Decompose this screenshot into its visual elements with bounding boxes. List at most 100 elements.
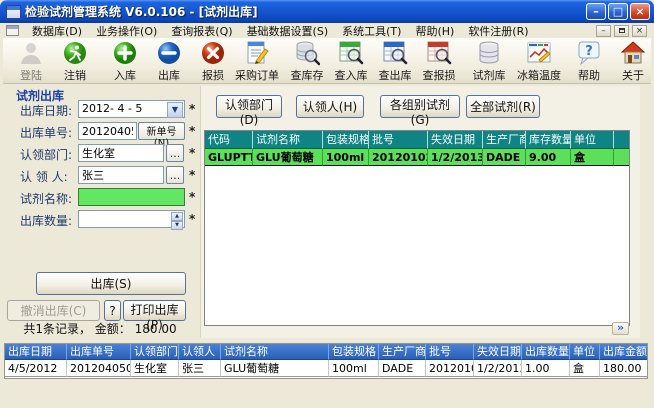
stock-grid: 代码试剂名称包装规格批号失效日期生产厂商库存数量单位GLUPTTGLU葡萄糖10… [204, 130, 630, 326]
out_grid-column-header[interactable]: 出库金额 [600, 344, 648, 360]
toolbar-button-查出库[interactable]: 查出库 [373, 38, 417, 83]
mdi-restore-button[interactable] [614, 25, 629, 37]
filter-button-3[interactable]: 全部试剂(R) [466, 95, 540, 118]
out_grid-header-row: 出库日期出库单号认领部门认领人试剂名称包装规格生产厂商批号失效日期出库数量单位出… [5, 344, 647, 360]
out_grid-cell: 20120102 [426, 360, 474, 377]
stock_grid-row[interactable]: GLUPTTGLU葡萄糖100ml201201021/2/2013DADE9.0… [205, 149, 629, 166]
filter-button-2[interactable]: 各组别试剂(G) [380, 95, 460, 118]
out_grid-cell: 1.00 [522, 360, 570, 377]
toolbar-button-采购订单[interactable]: 采购订单 [235, 38, 279, 83]
menu-bar: 数据库(D)业务操作(O)查询报表(Q)基础数据设置(S)系统工具(T)帮助(H… [3, 23, 651, 38]
dept-input[interactable] [78, 144, 164, 162]
menu-item-1[interactable]: 业务操作(O) [89, 22, 164, 40]
person-browse-button[interactable]: ... [166, 166, 184, 184]
required-mark: * [189, 190, 195, 204]
toolbar-label: 关于 [622, 67, 644, 83]
out_grid-column-header[interactable]: 失效日期 [474, 344, 522, 360]
toolbar-button-查库存[interactable]: 查库存 [285, 38, 329, 83]
search-inbound-icon [338, 40, 365, 66]
menu-item-3[interactable]: 基础数据设置(S) [240, 22, 336, 40]
cross-circle-icon [200, 40, 227, 66]
out_grid-column-header[interactable]: 生产厂商 [379, 344, 426, 360]
toolbar-label: 冰箱温度 [517, 67, 561, 83]
filter-button-1[interactable]: 认领人(H) [296, 95, 364, 118]
toolbar-button-注销[interactable]: 注销 [53, 38, 97, 83]
toolbar-label: 查库存 [291, 67, 324, 83]
stock_grid-cell: GLUPTT [205, 149, 253, 166]
scroll-right-button[interactable]: » [612, 322, 629, 335]
toolbar-button-登陆[interactable]: 登陆 [9, 38, 53, 83]
toolbar-label: 帮助 [578, 67, 600, 83]
date-combobox[interactable]: 2012- 4 - 5 ▼ [78, 100, 185, 118]
out_grid-column-header[interactable]: 单位 [570, 344, 600, 360]
required-mark: * [189, 212, 195, 226]
out_grid-column-header[interactable]: 认领部门 [131, 344, 179, 360]
stock_grid-column-header[interactable]: 试剂名称 [253, 131, 323, 149]
out_grid-column-header[interactable]: 包装规格 [329, 344, 379, 360]
record-summary: 共1条记录， 金额： 180.00 [0, 320, 200, 337]
out_grid-column-header[interactable]: 批号 [426, 344, 474, 360]
help-small-button[interactable]: ? [104, 300, 121, 321]
toolbar-button-报损[interactable]: 报损 [191, 38, 235, 83]
menu-item-6[interactable]: 软件注册(R) [461, 22, 535, 40]
stock_grid-cell: 20120102 [369, 149, 428, 166]
out_grid-column-header[interactable]: 认领人 [179, 344, 221, 360]
toolbar-label: 采购订单 [235, 67, 279, 83]
toolbar-label: 注销 [64, 67, 86, 83]
chevron-down-icon[interactable]: ▼ [167, 102, 183, 118]
toolbar-button-关于[interactable]: 关于 [611, 38, 654, 83]
order-pencil-icon [244, 40, 271, 66]
stock_grid-cell [614, 149, 630, 166]
toolbar-label: 试剂库 [473, 67, 506, 83]
toolbar-button-帮助[interactable]: ?帮助 [567, 38, 611, 83]
spin-down-icon[interactable]: ▼ [171, 221, 183, 230]
spin-up-icon[interactable]: ▲ [171, 212, 183, 221]
print-outbound-button[interactable]: 打印出库(P) [123, 300, 186, 321]
cancel-outbound-button[interactable]: 撤消出库(C) [7, 300, 100, 321]
toolbar-button-查入库[interactable]: 查入库 [329, 38, 373, 83]
menu-item-0[interactable]: 数据库(D) [25, 22, 89, 40]
outbound-button[interactable]: 出库(S) [36, 272, 186, 295]
menu-item-4[interactable]: 系统工具(T) [335, 22, 408, 40]
menu-item-2[interactable]: 查询报表(Q) [164, 22, 239, 40]
stock_grid-column-header[interactable]: 批号 [369, 131, 428, 149]
out_grid-column-header[interactable]: 出库数量 [522, 344, 570, 360]
toolbar-label: 查入库 [335, 67, 368, 83]
toolbar-button-冰箱温度[interactable]: 冰箱温度 [517, 38, 561, 83]
stock_grid-column-header[interactable]: 生产厂商 [483, 131, 526, 149]
toolbar-label: 入库 [114, 67, 136, 83]
out_grid-column-header[interactable]: 试剂名称 [221, 344, 329, 360]
menu-item-5[interactable]: 帮助(H) [408, 22, 461, 40]
out_grid-column-header[interactable]: 出库日期 [5, 344, 67, 360]
stock_grid-column-header[interactable]: 代码 [205, 131, 253, 149]
stock_grid-column-header[interactable]: 包装规格 [323, 131, 369, 149]
dept-browse-button[interactable]: ... [166, 144, 184, 162]
out_grid-cell: 1/2/2013 [474, 360, 522, 377]
reagent-name-input[interactable] [78, 188, 185, 206]
stock_grid-column-header[interactable]: 单位 [571, 131, 614, 149]
out_grid-cell: 100ml [329, 360, 379, 377]
stock_grid-column-header[interactable]: 失效日期 [428, 131, 483, 149]
maximize-button[interactable]: □ [608, 3, 628, 20]
mdi-close-button[interactable]: × [632, 25, 647, 37]
out_grid-column-header[interactable]: 出库单号 [67, 344, 131, 360]
person-input[interactable] [78, 166, 164, 184]
user-icon [18, 40, 45, 66]
toolbar-label: 报损 [202, 67, 224, 83]
mdi-minimize-button[interactable]: – [596, 25, 611, 37]
minimize-button[interactable]: – [586, 3, 606, 20]
toolbar-button-查报损[interactable]: 查报损 [417, 38, 461, 83]
stock_grid-column-header[interactable]: 库存数量 [526, 131, 571, 149]
fridge-temp-chart-icon [526, 40, 553, 66]
stock_grid-column-header[interactable] [614, 131, 630, 149]
order-number-input[interactable] [78, 122, 137, 140]
qty-stepper[interactable]: ▲ ▼ [78, 210, 185, 228]
toolbar-button-入库[interactable]: 入库 [103, 38, 147, 83]
close-button[interactable]: × [630, 3, 650, 20]
filter-button-0[interactable]: 认领部门(D) [216, 95, 282, 118]
toolbar-button-出库[interactable]: 出库 [147, 38, 191, 83]
out_grid-row[interactable]: 4/5/201220120405001生化室张三GLU葡萄糖100mlDADE2… [5, 360, 647, 377]
toolbar-button-试剂库[interactable]: 试剂库 [467, 38, 511, 83]
search-loss-icon [426, 40, 453, 66]
new-order-button[interactable]: 新单号(N) [138, 122, 185, 140]
